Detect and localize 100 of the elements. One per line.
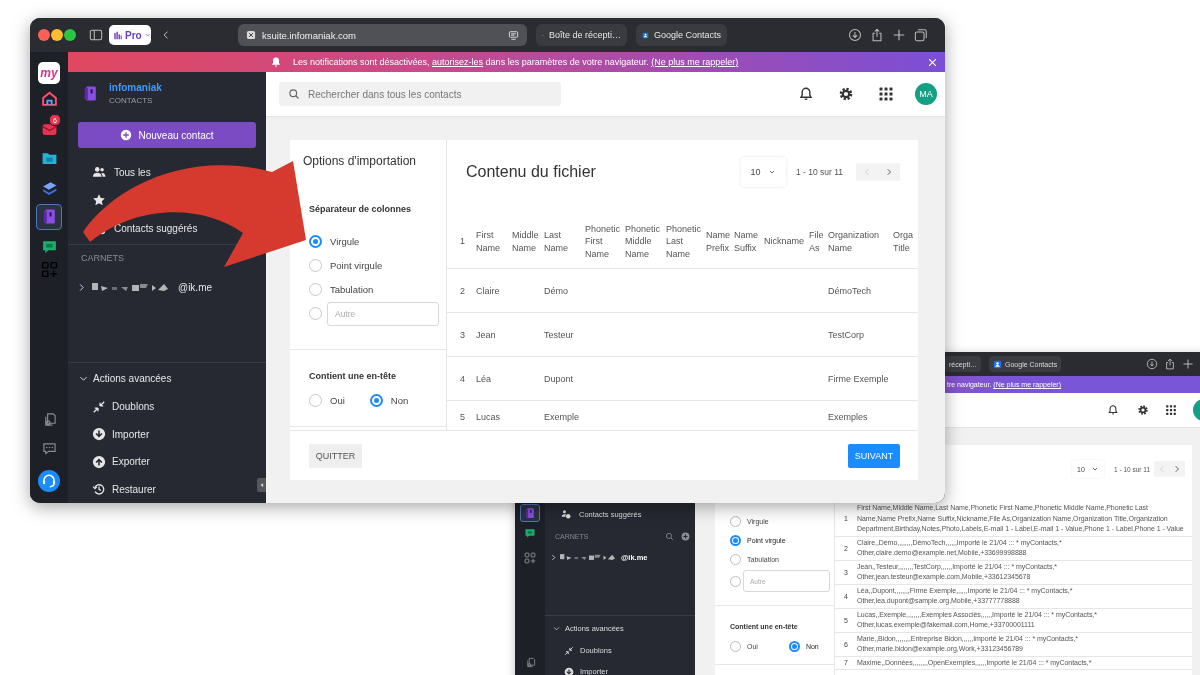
column-header: First Name — [476, 229, 501, 254]
table-cell: Dupont — [544, 373, 574, 384]
field-label: Séparateur de colonnes — [308, 204, 413, 214]
address-bar[interactable]: ksuite.infomaniak.com — [238, 24, 527, 46]
table-cell: Léa — [476, 373, 492, 384]
menu-item[interactable]: Restaurer — [112, 483, 156, 495]
radio-option[interactable]: Oui — [309, 388, 345, 412]
caret-icon — [143, 31, 151, 39]
apps-grid-icon[interactable] — [1165, 404, 1177, 416]
new-contact-button[interactable]: Nouveau contact — [78, 122, 256, 148]
bar-chart-icon — [113, 29, 124, 41]
settings-icon[interactable] — [1137, 404, 1149, 416]
redacted-name — [560, 553, 618, 561]
chat-bubble-icon[interactable] — [41, 441, 57, 456]
table-cell: DémoTech — [828, 285, 872, 296]
share-icon[interactable] — [1164, 358, 1176, 370]
people-icon — [92, 165, 106, 179]
search-field[interactable]: Rechercher dans tous les contacts — [279, 82, 561, 106]
column-header: Nickname — [764, 235, 804, 248]
site-icon — [246, 30, 256, 40]
menu-item[interactable]: Importer — [112, 428, 150, 440]
headset-icon[interactable] — [38, 470, 60, 492]
radio-option[interactable]: Non — [369, 388, 409, 412]
settings-icon[interactable] — [838, 86, 854, 102]
minimize-window-button[interactable] — [51, 29, 63, 41]
triangle-icon — [258, 482, 265, 488]
home-icon — [40, 90, 58, 108]
close-icon[interactable] — [927, 56, 938, 68]
notification-message: Les notifications sont désactivées, autorisez-les dans les paramètres de votre navigateur. (Ne plus me rappeler) — [293, 57, 739, 67]
chevron-right-icon — [885, 168, 893, 176]
radio-option[interactable]: Virgule — [309, 229, 360, 253]
product-name: CONTACTS — [109, 95, 154, 105]
tab-overview-icon[interactable] — [914, 28, 928, 42]
link[interactable]: (Ne plus me rappeler) — [651, 57, 739, 67]
share-icon[interactable] — [870, 28, 884, 42]
column-header: Phonetic Last Name — [666, 223, 703, 260]
column-header: Phonetic First Name — [585, 223, 622, 260]
menu-item[interactable]: Exporter — [112, 456, 150, 468]
zoom-window-button[interactable] — [64, 29, 76, 41]
table-cell: Exemples — [828, 412, 868, 422]
app-button[interactable] — [520, 504, 540, 522]
browser-tab[interactable]: Boîte de récepti… — [536, 24, 627, 46]
menu-item[interactable]: Doublons — [112, 401, 155, 413]
page-size-select[interactable]: 10 — [740, 157, 786, 187]
sidebar-icon[interactable] — [88, 28, 104, 42]
table-cell: Testeur — [544, 329, 574, 340]
panel-title: Options d'importation — [302, 153, 417, 170]
field-label: Contient une en-tête — [308, 371, 397, 381]
caret-icon — [768, 168, 777, 176]
new-tab-icon[interactable] — [1182, 358, 1194, 370]
collapse-handle[interactable] — [257, 478, 266, 492]
bell-icon[interactable] — [1107, 404, 1119, 416]
section-toggle[interactable]: Actions avancées — [93, 372, 172, 384]
upload-icon — [92, 454, 106, 469]
row-number: 1 — [460, 235, 465, 248]
person-icon — [993, 359, 1002, 369]
app-button[interactable] — [36, 203, 62, 230]
column-header: Middle Name — [512, 229, 540, 254]
profile-button[interactable]: Pro — [109, 25, 151, 45]
account-address[interactable]: @ik.me — [178, 281, 213, 293]
table-cell: Firme Exemple — [828, 373, 889, 384]
chat-icon — [524, 527, 536, 539]
radio-option[interactable]: Point virgule — [309, 253, 383, 277]
link[interactable]: autorisez-les — [432, 57, 484, 67]
table-cell: Claire — [476, 285, 500, 296]
column-header: Last Name — [544, 229, 569, 254]
table-cell: Exemple — [544, 412, 579, 422]
nav-item[interactable]: Tous les — [114, 166, 151, 178]
document-icon[interactable] — [524, 657, 536, 668]
quit-button[interactable]: QUITTER — [309, 443, 362, 468]
table-cell: TestCorp — [828, 329, 864, 340]
app-logo[interactable]: my — [38, 62, 60, 84]
new-tab-icon[interactable] — [892, 28, 906, 42]
nav-item[interactable]: Contacts suggérés — [114, 222, 198, 234]
column-header: Phonetic Middle Name — [625, 223, 662, 260]
text-field[interactable]: Autre — [327, 301, 439, 326]
bell-icon — [270, 56, 282, 68]
add-apps-icon[interactable] — [524, 552, 536, 564]
column-header: Name Prefix — [706, 229, 731, 254]
row-number: 3 — [460, 329, 465, 340]
row-number: 2 — [460, 285, 465, 296]
person-question-icon — [561, 509, 571, 519]
download-icon[interactable] — [1146, 358, 1158, 370]
bell-icon[interactable] — [798, 86, 814, 102]
close-window-button[interactable] — [38, 29, 50, 41]
apps-grid-icon[interactable] — [878, 86, 894, 102]
arrows-inward-icon — [92, 399, 106, 414]
download-icon[interactable] — [848, 28, 862, 42]
column-header: Name Suffix — [734, 229, 759, 254]
column-header: Organization Name — [828, 229, 881, 254]
caret-icon — [1090, 465, 1099, 473]
radio-option[interactable]: Tabulation — [309, 277, 374, 301]
browser-tab[interactable]: Google Contacts — [636, 24, 727, 46]
book-icon — [524, 507, 536, 519]
history-icon — [92, 482, 106, 497]
table-cell: Jean — [476, 329, 496, 340]
column-header: File As — [809, 229, 825, 254]
chevron-right-icon — [1173, 465, 1182, 473]
search-icon[interactable] — [665, 531, 674, 541]
row-number: 4 — [460, 373, 465, 384]
